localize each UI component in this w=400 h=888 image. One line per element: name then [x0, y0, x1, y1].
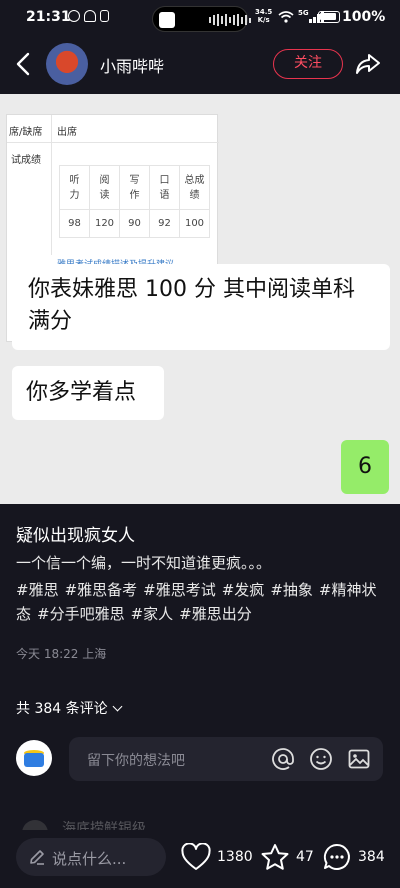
- post-title: 疑似出现疯女人: [16, 526, 135, 546]
- hashtag[interactable]: #分手吧雅思: [37, 605, 125, 623]
- score-column-header: 总成 绩: [179, 165, 210, 210]
- share-icon[interactable]: [355, 52, 381, 76]
- battery-icon: [318, 11, 340, 23]
- hashtag[interactable]: #雅思: [16, 581, 59, 599]
- chevron-down-icon: [112, 701, 123, 712]
- divider: [51, 115, 52, 255]
- eye-icon: [68, 10, 80, 22]
- like-button[interactable]: 1380: [181, 842, 253, 872]
- comment-count: 384: [358, 849, 385, 865]
- score-value: 100: [179, 209, 210, 238]
- comment-input[interactable]: 留下你的想法吧: [69, 737, 383, 781]
- pencil-icon: [30, 850, 44, 865]
- image-icon[interactable]: [347, 747, 371, 771]
- bottom-action-bar: 说点什么... 1380 47 384: [0, 830, 400, 888]
- score-label: 试成绩: [11, 155, 41, 166]
- comment-button[interactable]: 384: [322, 842, 385, 872]
- score-table: 听 力阅 读写 作口 语总成 绩 98 120 90 92 100: [59, 165, 210, 238]
- status-bar: 21:31 34.5 K/s 5G 100%: [0, 0, 400, 36]
- comment-count-label: 共 384 条评论: [16, 701, 108, 717]
- favorite-count: 47: [296, 849, 314, 865]
- star-icon: [261, 844, 289, 870]
- hashtag[interactable]: #发疯: [222, 581, 265, 599]
- audio-wave-icon: [209, 14, 251, 26]
- post-meta: 今天 18:22 上海: [16, 647, 107, 661]
- post-header: 小雨哔哔 关注: [0, 36, 400, 94]
- score-column-header: 阅 读: [89, 165, 120, 210]
- hashtag[interactable]: #抽象: [270, 581, 313, 599]
- comment-input-placeholder: 留下你的想法吧: [87, 753, 185, 769]
- say-something-input[interactable]: 说点什么...: [16, 838, 166, 876]
- chat-bubble-2: 你多学着点: [12, 366, 164, 420]
- headphones-icon: [84, 10, 96, 22]
- score-column-header: 口 语: [149, 165, 180, 210]
- comment-count-toggle[interactable]: 共 384 条评论: [16, 698, 123, 718]
- grid-icon: [159, 12, 175, 28]
- score-value: 92: [149, 209, 180, 238]
- hashtag[interactable]: #家人: [131, 605, 174, 623]
- faded-comment-preview: 海底捞鲜银级: [22, 820, 382, 846]
- score-value: 90: [119, 209, 150, 238]
- battery-level: 100%: [342, 9, 386, 25]
- my-avatar[interactable]: [16, 740, 52, 776]
- heart-icon: [181, 843, 211, 870]
- post-description: 一个信一个编，一时不知道谁更疯。。。: [16, 554, 272, 572]
- author-avatar[interactable]: [46, 43, 88, 85]
- like-count: 1380: [217, 849, 253, 865]
- attendance-row: 席/缺席 出席: [7, 115, 219, 143]
- chat-bubble-1: 你表妹雅思 100 分 其中阅读单科满分: [12, 264, 390, 350]
- comment-bubble-icon: [323, 843, 350, 870]
- hashtag[interactable]: #雅思考试: [143, 581, 216, 599]
- author-name[interactable]: 小雨哔哔: [100, 53, 164, 77]
- back-button[interactable]: [12, 50, 36, 78]
- score-column-header: 听 力: [59, 165, 90, 210]
- say-something-placeholder: 说点什么...: [52, 850, 127, 868]
- network-type: 5G: [298, 9, 309, 17]
- hashtag[interactable]: #雅思出分: [179, 605, 252, 623]
- favorite-button[interactable]: 47: [260, 842, 314, 872]
- status-left-icons: [68, 10, 109, 22]
- hashtag[interactable]: #雅思备考: [65, 581, 138, 599]
- score-column-header: 写 作: [119, 165, 150, 210]
- net-speed: 34.5 K/s: [255, 8, 273, 24]
- mention-icon[interactable]: [271, 747, 295, 771]
- phone-icon: [100, 10, 109, 22]
- dynamic-island: [152, 6, 251, 32]
- tag-list: #雅思 #雅思备考 #雅思考试 #发疯 #抽象 #精神状态 #分手吧雅思 #家人 #雅思出分: [16, 578, 388, 626]
- wifi-icon: [278, 11, 294, 23]
- post-image[interactable]: 席/缺席 出席 试成绩 听 力阅 读写 作口 语总成 绩 98 120 90 92 10…: [0, 94, 400, 504]
- follow-button[interactable]: 关注: [273, 49, 343, 79]
- emoji-icon[interactable]: [309, 747, 333, 771]
- score-value: 120: [89, 209, 120, 238]
- chat-bubble-3: 6: [341, 440, 389, 494]
- score-value: 98: [59, 209, 90, 238]
- status-time: 21:31: [26, 9, 71, 25]
